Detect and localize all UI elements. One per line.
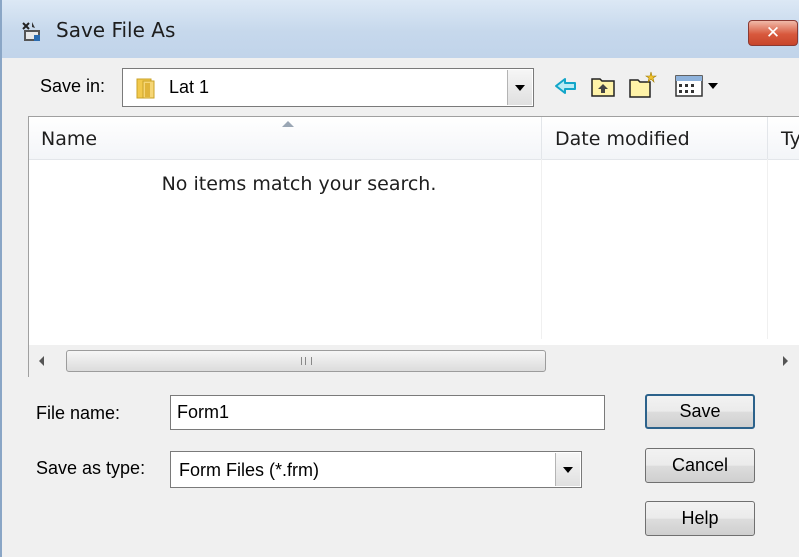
- view-menu-icon[interactable]: [674, 73, 726, 99]
- column-header-type[interactable]: Ty: [781, 117, 799, 159]
- save-as-type-dropdown-arrow[interactable]: [555, 453, 580, 486]
- close-button[interactable]: ✕: [748, 20, 798, 46]
- new-folder-icon[interactable]: [628, 70, 658, 100]
- column-guide: [767, 159, 768, 339]
- chevron-down-icon: [563, 466, 573, 473]
- scroll-right-icon[interactable]: [783, 356, 788, 366]
- save-as-type-label: Save as type:: [36, 458, 146, 478]
- chevron-down-icon: [515, 84, 525, 91]
- back-arrow-icon[interactable]: [554, 76, 578, 96]
- column-divider[interactable]: [541, 117, 542, 159]
- column-divider[interactable]: [767, 117, 768, 159]
- help-button[interactable]: Help: [645, 501, 755, 536]
- cancel-button[interactable]: Cancel: [645, 448, 755, 483]
- save-as-type-value: Form Files (*.frm): [179, 460, 319, 480]
- empty-list-message: No items match your search.: [161, 173, 437, 195]
- save-in-label: Save in:: [40, 76, 106, 96]
- dialog-title: Save File As: [56, 18, 176, 42]
- file-name-input[interactable]: Form1: [170, 395, 605, 430]
- app-icon: [22, 22, 40, 41]
- title-bar[interactable]: Save File As ✕: [2, 0, 799, 59]
- horizontal-scrollbar[interactable]: [29, 345, 799, 377]
- close-icon: ✕: [765, 23, 781, 43]
- save-in-dropdown-arrow[interactable]: [507, 70, 532, 105]
- file-list[interactable]: Name Date modified Ty No items match you…: [28, 116, 799, 377]
- save-in-value: Lat 1: [169, 77, 210, 97]
- save-as-type-dropdown[interactable]: Form Files (*.frm): [170, 451, 582, 488]
- scroll-left-icon[interactable]: [39, 356, 44, 366]
- scrollbar-thumb[interactable]: [66, 350, 546, 372]
- up-folder-icon[interactable]: [590, 73, 616, 99]
- file-name-label: File name:: [36, 403, 121, 423]
- column-header-name[interactable]: Name: [41, 117, 97, 159]
- save-in-dropdown[interactable]: Lat 1: [122, 68, 534, 107]
- column-header-date-modified[interactable]: Date modified: [555, 117, 690, 159]
- scrollbar-grip-icon: [301, 357, 312, 365]
- save-file-dialog: Save File As ✕ Save in: Lat 1 Name Date …: [0, 0, 799, 557]
- list-header: Name Date modified Ty: [29, 117, 799, 160]
- folder-icon: [136, 78, 155, 99]
- sort-ascending-icon: [282, 121, 294, 127]
- save-button[interactable]: Save: [645, 394, 755, 429]
